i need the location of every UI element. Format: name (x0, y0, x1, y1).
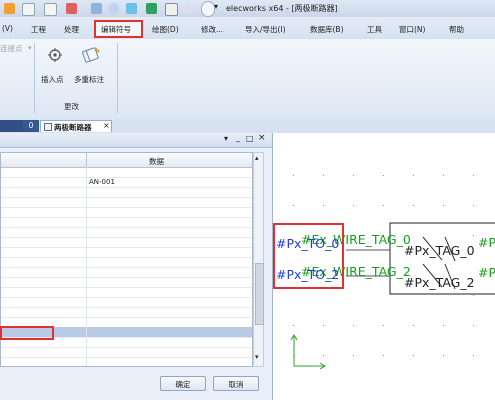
menu-import-export[interactable]: 导入/导出(I) (245, 24, 286, 35)
refresh-icon[interactable] (183, 3, 194, 14)
number-tab[interactable]: 0 (23, 120, 39, 132)
document-tab[interactable]: 两极断路器 × (40, 120, 112, 132)
tag-highlight-box (273, 223, 344, 289)
grid-header-data-label: 数据 (149, 157, 164, 166)
menu-view[interactable]: (V) (2, 24, 13, 33)
redraw-icon[interactable] (165, 3, 178, 16)
menu-tools[interactable]: 工具 (367, 24, 382, 35)
open-icon[interactable] (4, 3, 15, 14)
left-panel-tab[interactable] (0, 120, 23, 132)
menu-process[interactable]: 处理 (64, 24, 79, 35)
insert-point-label: 插入点 (41, 75, 64, 84)
new-document-icon[interactable] (22, 3, 35, 16)
edge-tag-2[interactable]: #P (478, 265, 495, 280)
save-icon[interactable] (44, 3, 57, 16)
table-row[interactable] (1, 357, 252, 366)
menu-project[interactable]: 工程 (31, 24, 46, 35)
grid-header-name[interactable] (1, 153, 87, 168)
maximize-icon[interactable]: □ (246, 134, 254, 143)
insert-point-icon (48, 48, 62, 62)
scrollbar-thumb[interactable] (255, 263, 264, 325)
menu-window[interactable]: 窗口(N) (399, 24, 425, 35)
toolbar-dropdown-icon[interactable]: ▾ (214, 2, 218, 11)
multi-mark-button[interactable]: 多重标注 (72, 44, 112, 90)
scroll-down-icon[interactable]: ▾ (255, 353, 259, 361)
ok-button[interactable]: 确定 (160, 376, 206, 391)
cancel-button[interactable]: 取消 (213, 376, 259, 391)
menu-modify[interactable]: 修改... (201, 24, 223, 35)
navigate-icon[interactable] (146, 3, 157, 14)
close-icon[interactable]: × (258, 133, 266, 143)
component-tag-2[interactable]: #Px_TAG_2 (404, 275, 475, 290)
window-title: elecworks x64 - [两极断路器] (226, 4, 338, 13)
ribbon-separator (117, 43, 118, 113)
dialog-menu-icon[interactable]: ▾ (224, 134, 228, 143)
row-highlight-box (0, 326, 54, 340)
print-icon[interactable] (66, 3, 77, 14)
edge-tag-1[interactable]: #P (478, 235, 495, 250)
vertical-scrollbar[interactable]: ▴ ▾ (253, 152, 264, 367)
customize-toolbar-button[interactable] (201, 1, 215, 17)
pan-icon[interactable] (126, 3, 137, 14)
ribbon-group-change-label: 更改 (64, 102, 79, 111)
zoom-icon[interactable] (108, 3, 119, 14)
document-tab-label: 两极断路器 (54, 123, 92, 132)
menu-edit-symbol[interactable]: 编辑符号 (101, 24, 131, 35)
menu-database[interactable]: 数据库(B) (310, 24, 344, 35)
document-icon (44, 123, 52, 131)
ribbon-left-group-label: 连接点 (0, 44, 23, 53)
chevron-down-icon[interactable]: ▾ (28, 44, 32, 52)
menu-help[interactable]: 帮助 (449, 24, 464, 35)
column-divider (86, 167, 87, 366)
component-tag-1[interactable]: #Px_TAG_0 (404, 243, 475, 258)
insert-point-button[interactable]: 插入点 (38, 44, 74, 90)
menu-draw[interactable]: 绘图(D) (152, 24, 179, 35)
minimize-icon[interactable]: _ (236, 133, 240, 142)
ribbon-separator (34, 43, 35, 113)
zoom-window-icon[interactable] (91, 3, 102, 14)
multi-mark-label: 多重标注 (74, 75, 104, 84)
close-tab-icon[interactable]: × (103, 121, 110, 130)
title-bar: ▾ elecworks x64 - [两极断路器] (0, 0, 495, 17)
grid-cell-value[interactable]: AN-001 (89, 178, 115, 186)
grid-header-data[interactable]: 数据 (87, 153, 252, 168)
multi-mark-icon (82, 46, 100, 64)
dialog-header: ▾ _ □ × (0, 133, 272, 148)
scroll-up-icon[interactable]: ▴ (255, 154, 259, 162)
